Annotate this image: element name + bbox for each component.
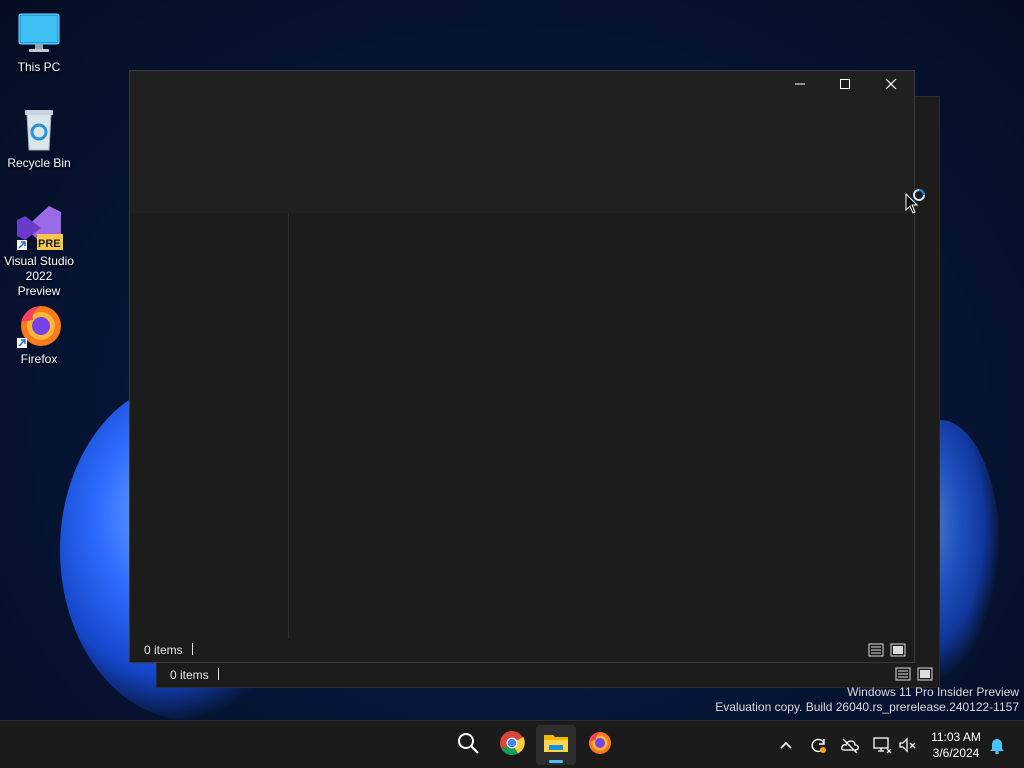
large-icons-view-icon[interactable] <box>917 666 933 682</box>
close-icon <box>885 77 897 95</box>
watermark-line1: Windows 11 Pro Insider Preview <box>847 685 1019 699</box>
content-pane[interactable] <box>289 213 914 639</box>
taskbar-search-button[interactable] <box>448 725 488 765</box>
clock-date: 3/6/2024 <box>932 746 980 760</box>
notification-bell-icon[interactable] <box>987 735 1007 755</box>
minimize-button[interactable] <box>777 71 823 101</box>
network-icon[interactable] <box>872 735 892 755</box>
chevron-up-icon[interactable] <box>776 735 796 755</box>
close-button[interactable] <box>868 71 914 101</box>
busy-cursor-icon <box>905 186 935 216</box>
items-count: 0 items <box>144 643 183 657</box>
details-view-icon[interactable] <box>868 642 884 658</box>
status-bar: 0 items <box>130 638 914 662</box>
status-separator <box>218 668 219 680</box>
status-separator <box>192 643 193 655</box>
active-app-indicator <box>549 760 563 763</box>
taskbar-firefox-button[interactable] <box>580 725 620 765</box>
window-header <box>130 71 914 213</box>
desktop-icon-recycle-bin[interactable]: Recycle Bin <box>4 106 74 171</box>
desktop-icon-firefox[interactable]: Firefox <box>4 302 74 367</box>
desktop-icon-label: Visual Studio 2022 Preview <box>4 254 74 298</box>
taskbar: 11:03 AM 3/6/2024 <box>0 720 1024 768</box>
evaluation-watermark: Windows 11 Pro Insider Preview Evaluatio… <box>715 685 1019 715</box>
desktop-icon-visual-studio[interactable]: PRE Visual Studio 2022 Preview <box>4 204 74 299</box>
firefox-icon <box>587 730 613 761</box>
explorer-window[interactable]: 0 items <box>129 70 915 663</box>
desktop-icon-label: Firefox <box>20 352 58 366</box>
preview-badge: PRE <box>38 238 61 250</box>
recycle-bin-icon <box>15 106 63 154</box>
navigation-pane[interactable] <box>130 213 288 639</box>
maximize-button[interactable] <box>822 71 868 101</box>
search-icon <box>456 731 480 760</box>
details-view-icon[interactable] <box>895 666 911 682</box>
taskbar-clock[interactable]: 11:03 AM 3/6/2024 <box>924 729 988 761</box>
visual-studio-icon: PRE <box>15 204 63 252</box>
clock-time: 11:03 AM <box>931 730 981 744</box>
minimize-icon <box>794 77 806 95</box>
desktop-icon-label: This PC <box>17 60 61 74</box>
desktop-icon-this-pc[interactable]: This PC <box>4 10 74 75</box>
firefox-icon <box>15 302 63 350</box>
chrome-icon <box>499 730 525 761</box>
onedrive-icon[interactable] <box>840 735 860 755</box>
desktop-icon-label: Recycle Bin <box>7 156 71 170</box>
taskbar-file-explorer-button[interactable] <box>536 725 576 765</box>
watermark-line2: Evaluation copy. Build 26040.rs_prerelea… <box>715 700 1019 714</box>
maximize-icon <box>839 77 851 95</box>
file-explorer-icon <box>543 730 569 761</box>
background-items-count: 0 items <box>170 668 209 682</box>
volume-muted-icon[interactable] <box>898 735 918 755</box>
sync-icon[interactable] <box>808 735 828 755</box>
monitor-icon <box>15 10 63 58</box>
large-icons-view-icon[interactable] <box>890 642 906 658</box>
background-status-bar: 0 items <box>157 661 939 687</box>
taskbar-chrome-button[interactable] <box>492 725 532 765</box>
